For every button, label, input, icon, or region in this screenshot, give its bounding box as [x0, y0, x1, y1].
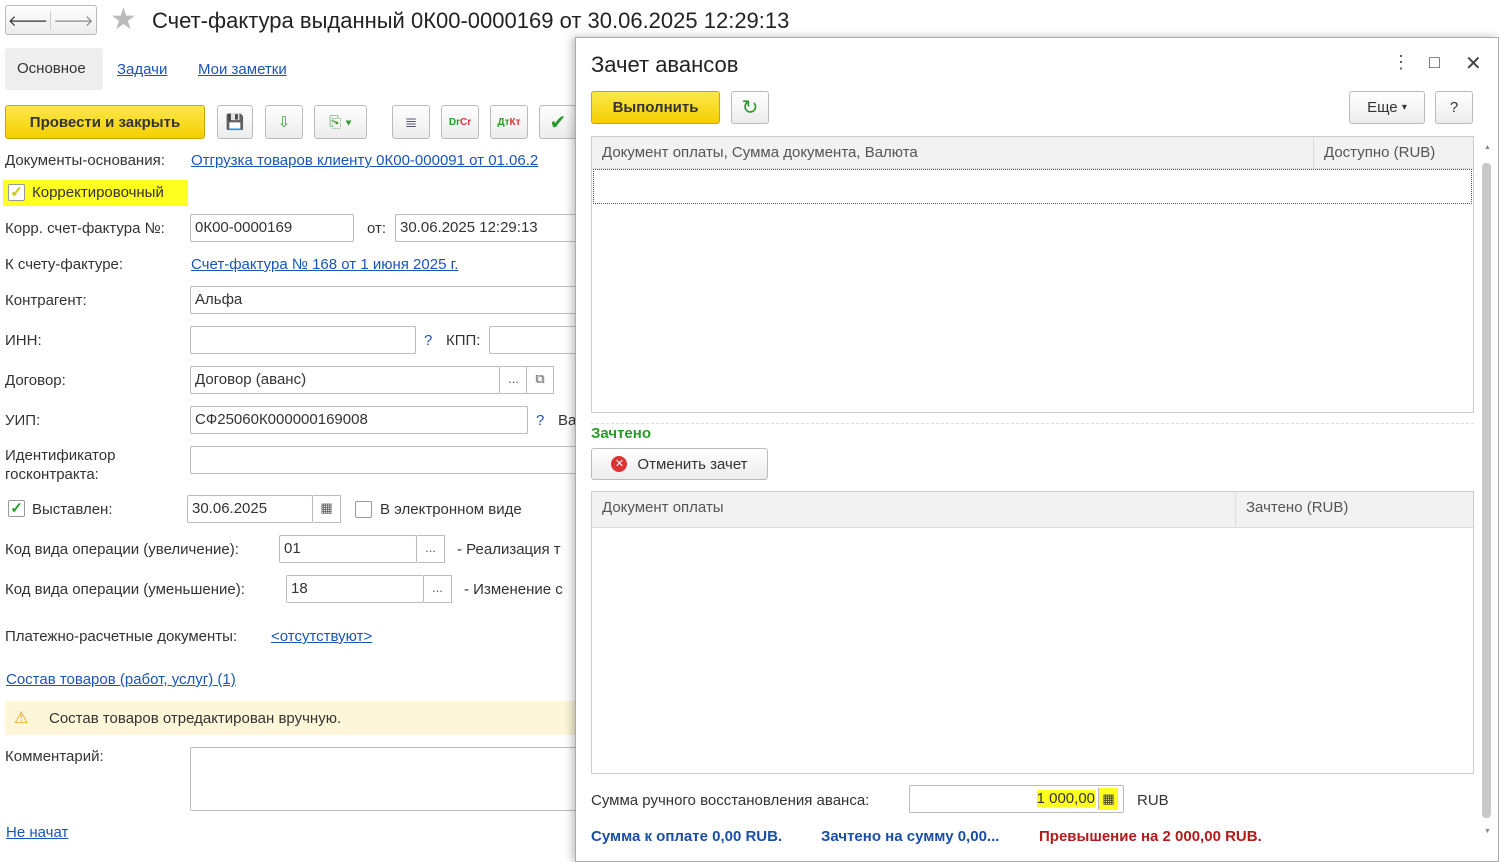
calendar-icon[interactable]: ▦ [313, 495, 341, 523]
uip-label: УИП: [5, 412, 41, 429]
col-payment-doc-2[interactable]: Документ оплаты [592, 492, 1236, 528]
divider [591, 423, 1474, 424]
page-title: Счет-фактура выданный 0К00-0000169 от 30… [152, 8, 790, 33]
corrective-label: Корректировочный [32, 184, 164, 201]
op-inc-select-button[interactable]: ... [417, 535, 445, 563]
scrollbar[interactable] [1482, 163, 1491, 818]
table-row[interactable] [593, 169, 1472, 204]
base-docs-label: Документы-основания: [5, 152, 165, 169]
op-inc-label: Код вида операции (увеличение): [5, 541, 239, 558]
create-based-icon[interactable]: ⎘ ▾ [314, 105, 367, 139]
comment-input[interactable] [190, 747, 585, 811]
from-date-input[interactable]: 30.06.2025 12:29:13 [395, 214, 585, 242]
more-label: Еще [1367, 99, 1398, 116]
maximize-icon[interactable]: □ [1429, 52, 1440, 73]
uip-help-icon[interactable]: ? [536, 412, 544, 429]
nav-buttons: 🡐 🡒 [5, 5, 97, 35]
truncated-label: Ва [558, 412, 577, 429]
pay-docs-link[interactable]: <отсутствуют> [271, 628, 372, 645]
refresh-icon[interactable]: ↻ [731, 91, 769, 124]
cancel-offset-button[interactable]: ✕ Отменить зачет [591, 448, 768, 480]
pay-docs-label: Платежно-расчетные документы: [5, 628, 238, 645]
currency-label: RUB [1137, 792, 1169, 809]
post-and-close-button[interactable]: Провести и закрыть [5, 105, 205, 139]
tab-tasks[interactable]: Задачи [117, 61, 167, 78]
cancel-icon: ✕ [611, 456, 628, 472]
close-icon[interactable]: ✕ [1465, 51, 1482, 76]
more-vert-icon[interactable]: ⋮ [1392, 52, 1410, 73]
issued-checkbox[interactable]: ✓ [8, 500, 25, 517]
status-link[interactable]: Не начат [6, 824, 68, 841]
op-dec-label: Код вида операции (уменьшение): [5, 581, 245, 598]
manual-sum-input[interactable]: 1 000,00 [909, 785, 1124, 813]
col-payment-doc[interactable]: Документ оплаты, Сумма документа, Валюта [592, 137, 1314, 169]
post-icon[interactable]: ⇩ [265, 105, 303, 139]
op-dec-select-button[interactable]: ... [424, 575, 452, 603]
cancel-label: Отменить зачет [637, 455, 748, 473]
uip-input[interactable]: СФ25060К000000169008 [190, 406, 528, 434]
list-icon[interactable]: ≣ [392, 105, 430, 139]
help-button[interactable]: ? [1435, 91, 1473, 124]
scroll-up-icon[interactable]: ▲ [1484, 144, 1491, 151]
op-inc-desc: - Реализация т [457, 541, 561, 558]
gov-label: Идентификатор [5, 447, 116, 464]
to-invoice-link[interactable]: Счет-фактура № 168 от 1 июня 2025 г. [191, 256, 458, 273]
more-button[interactable]: Еще ▾ [1349, 91, 1425, 124]
calculator-icon[interactable]: ▦ [1098, 788, 1118, 810]
electronic-checkbox[interactable] [355, 501, 372, 518]
goods-link[interactable]: Состав товаров (работ, услуг) (1) [6, 671, 236, 688]
credited-table: Документ оплаты Зачтено (RUB) [591, 491, 1474, 774]
op-inc-input[interactable]: 01 [279, 535, 417, 563]
from-label: от: [367, 220, 387, 237]
base-doc-link[interactable]: Отгрузка товаров клиенту 0К00-000091 от … [191, 152, 538, 169]
inn-input[interactable] [190, 326, 416, 354]
col-available[interactable]: Доступно (RUB) [1314, 137, 1473, 169]
dt-kt-icon[interactable]: Дт Кт [490, 105, 528, 139]
issued-date-input[interactable]: 30.06.2025 [187, 495, 313, 523]
kpp-input[interactable] [489, 326, 585, 354]
counterparty-input[interactable]: Альфа [190, 286, 585, 314]
contract-input[interactable]: Договор (аванс) [190, 366, 500, 394]
to-invoice-label: К счету-фактуре: [5, 256, 124, 273]
save-icon[interactable]: 💾 [217, 105, 253, 139]
op-dec-desc: - Изменение с [464, 581, 563, 598]
electronic-label: В электронном виде [380, 501, 522, 518]
run-button[interactable]: Выполнить [591, 91, 720, 124]
tab-notes[interactable]: Мои заметки [198, 61, 287, 78]
sum-to-pay: Сумма к оплате 0,00 RUB. [591, 828, 783, 845]
gov-input[interactable] [190, 446, 585, 474]
credited-title: Зачтено [591, 425, 651, 442]
available-table: Документ оплаты, Сумма документа, Валюта… [591, 136, 1474, 413]
advance-offset-dialog: Зачет авансов ⋮ □ ✕ Выполнить ↻ Еще ▾ ? … [575, 37, 1499, 862]
counterparty-label: Контрагент: [5, 292, 87, 309]
col-credited[interactable]: Зачтено (RUB) [1236, 492, 1473, 528]
issued-label: Выставлен: [32, 501, 113, 518]
excess-text: Превышение на 2 000,00 RUB. [1039, 828, 1262, 845]
warning-icon: ⚠ [14, 710, 29, 727]
contract-label: Договор: [5, 372, 66, 389]
corr-no-input[interactable]: 0К00-0000169 [190, 214, 354, 242]
favorite-star-icon[interactable]: ★ [110, 2, 137, 37]
op-dec-input[interactable]: 18 [286, 575, 424, 603]
dialog-title: Зачет авансов [591, 52, 739, 77]
gov-label-2: госконтракта: [5, 466, 99, 483]
inn-help-icon[interactable]: ? [424, 332, 432, 349]
kpp-label: КПП: [446, 332, 481, 349]
manual-sum-value: 1 000,00 [1036, 790, 1095, 807]
open-icon[interactable]: ⧉ [526, 366, 554, 394]
warning-text: Состав товаров отредактирован вручную. [49, 710, 342, 727]
corrective-checkbox[interactable]: ✓ [8, 184, 25, 201]
inn-label: ИНН: [5, 332, 42, 349]
sum-credited: Зачтено на сумму 0,00... [821, 828, 1000, 845]
corr-no-label: Корр. счет-фактура №: [5, 220, 165, 237]
check-icon[interactable]: ✔ [539, 105, 577, 139]
contract-select-button[interactable]: ... [500, 366, 528, 394]
comment-label: Комментарий: [5, 748, 104, 765]
tab-main[interactable]: Основное [5, 48, 103, 90]
manual-sum-label: Сумма ручного восстановления аванса: [591, 792, 870, 809]
scroll-down-icon[interactable]: ▼ [1484, 828, 1491, 835]
back-icon[interactable]: 🡐 [6, 10, 51, 30]
forward-icon[interactable]: 🡒 [51, 11, 96, 30]
dr-cr-icon[interactable]: Dr Cr [441, 105, 479, 139]
